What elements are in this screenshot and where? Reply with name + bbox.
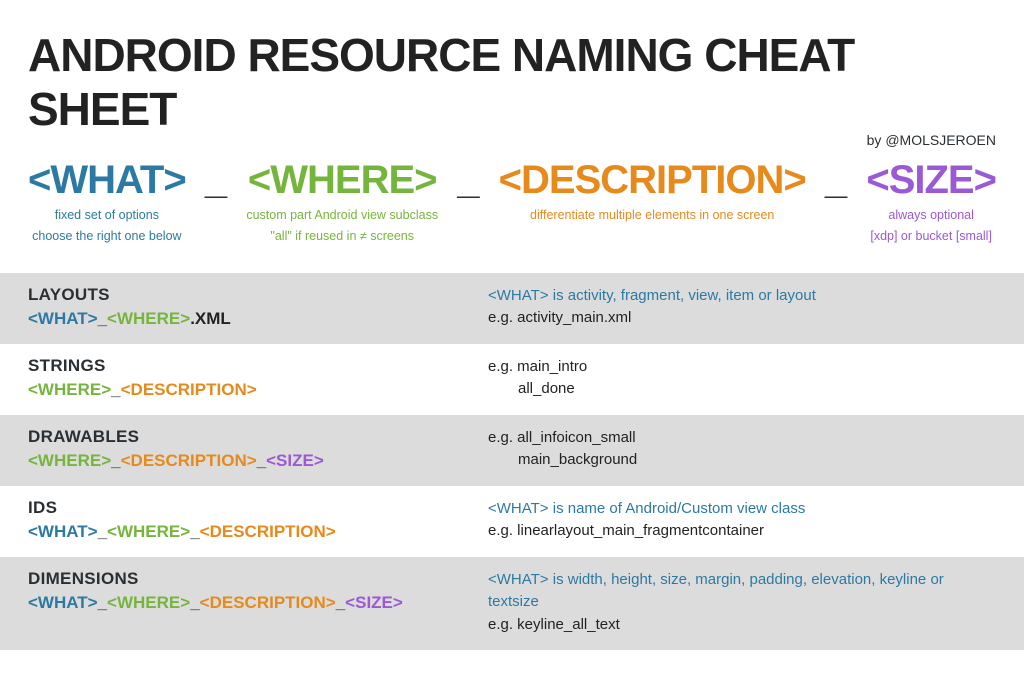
pattern-strings: <WHERE>_<DESCRIPTION> [28,380,488,400]
sub-what-line2: choose the right one below [28,228,186,245]
category-label: DRAWABLES [28,427,488,447]
pattern-layouts: <WHAT>_<WHERE>.XML [28,309,488,329]
pattern-drawables: <WHERE>_<DESCRIPTION>_<SIZE> [28,451,488,471]
pattern-ids: <WHAT>_<WHERE>_<DESCRIPTION> [28,522,488,542]
category-label: LAYOUTS [28,285,488,305]
example-dimensions: e.g. keyline_all_text [488,614,996,637]
separator: _ [457,158,479,203]
page-title: ANDROID RESOURCE NAMING CHEAT SHEET [28,28,996,136]
sub-where-line2: "all" if reused in ≠ screens [246,228,438,245]
separator: _ [825,158,847,203]
sub-where-line1: custom part Android view subclass [246,207,438,224]
category-table: LAYOUTS <WHAT>_<WHERE>.XML <WHAT> is act… [0,273,1024,651]
sub-size-line1: always optional [866,207,996,224]
row-dimensions: DIMENSIONS <WHAT>_<WHERE>_<DESCRIPTION>_… [0,557,1024,651]
example-strings-1: e.g. main_intro [488,356,996,379]
row-drawables: DRAWABLES <WHERE>_<DESCRIPTION>_<SIZE> e… [0,415,1024,486]
token-description: <DESCRIPTION> [499,158,806,203]
example-drawables-2: main_background [488,449,996,472]
hint-ids: <WHAT> is name of Android/Custom view cl… [488,498,996,521]
hint-layouts: <WHAT> is activity, fragment, view, item… [488,285,996,308]
category-label: STRINGS [28,356,488,376]
row-ids: IDS <WHAT>_<WHERE>_<DESCRIPTION> <WHAT> … [0,486,1024,557]
naming-formula: <WHAT> fixed set of options choose the r… [28,158,996,245]
token-what: <WHAT> [28,158,186,203]
token-size: <SIZE> [866,158,996,203]
token-where: <WHERE> [246,158,438,203]
row-layouts: LAYOUTS <WHAT>_<WHERE>.XML <WHAT> is act… [0,273,1024,344]
hint-dimensions: <WHAT> is width, height, size, margin, p… [488,569,996,614]
sub-size-line2: [xdp] or bucket [small] [866,228,996,245]
example-ids: e.g. linearlayout_main_fragmentcontainer [488,520,996,543]
sub-what-line1: fixed set of options [28,207,186,224]
example-drawables-1: e.g. all_infoicon_small [488,427,996,450]
category-label: IDS [28,498,488,518]
pattern-dimensions: <WHAT>_<WHERE>_<DESCRIPTION>_<SIZE> [28,593,488,613]
example-strings-2: all_done [488,378,996,401]
category-label: DIMENSIONS [28,569,488,589]
sub-desc-line1: differentiate multiple elements in one s… [499,207,806,224]
row-strings: STRINGS <WHERE>_<DESCRIPTION> e.g. main_… [0,344,1024,415]
example-layouts: e.g. activity_main.xml [488,307,996,330]
separator: _ [205,158,227,203]
